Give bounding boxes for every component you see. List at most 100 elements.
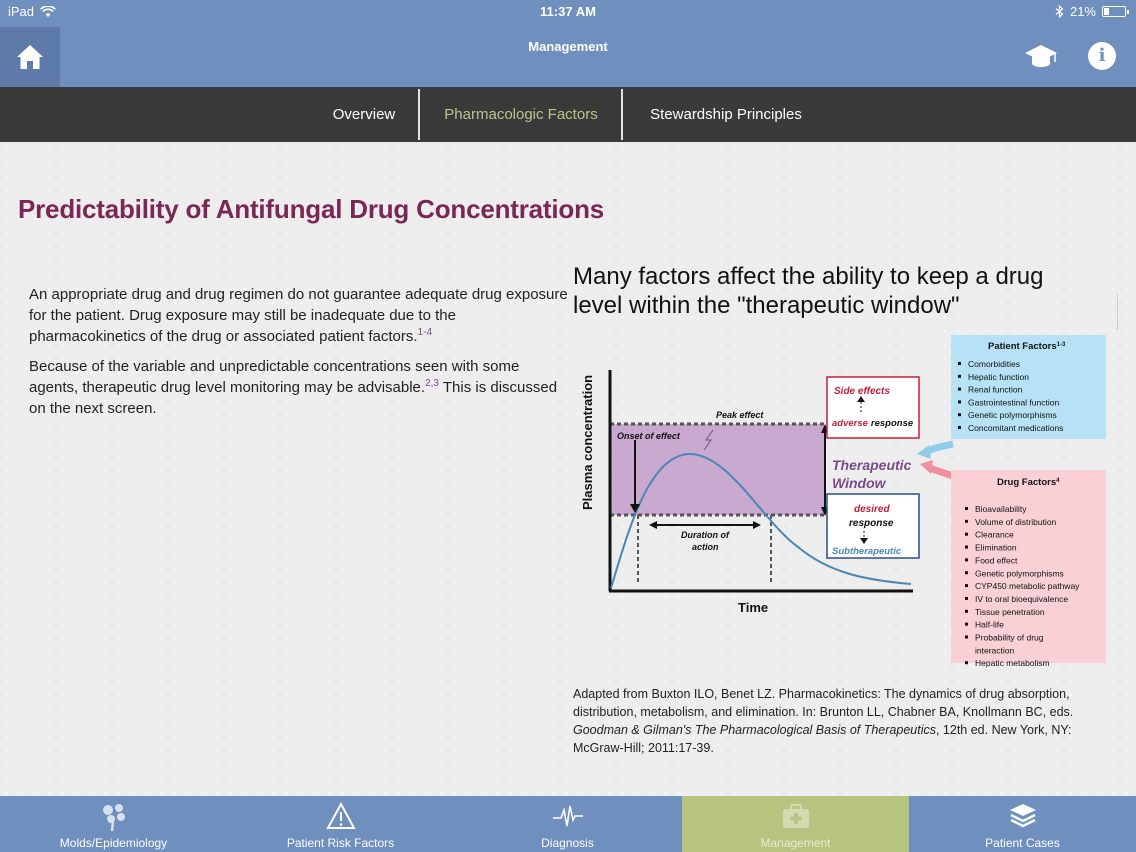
duration-label-1: Duration of xyxy=(681,530,730,540)
subtherapeutic-label: Subtherapeutic xyxy=(832,546,902,557)
patient-factor-bullet xyxy=(958,400,961,404)
peak-effect-label: Peak effect xyxy=(716,410,764,420)
body-text: An appropriate drug and drug regimen do … xyxy=(29,284,569,428)
top-bar: iPad 11:37 AM 21% Management i xyxy=(0,0,1136,87)
patient-factor-item: Genetic polymorphisms xyxy=(968,410,1057,420)
drug-factor-item: Volume of distribution xyxy=(975,517,1057,527)
paragraph-1-text: An appropriate drug and drug regimen do … xyxy=(29,286,568,345)
patient-factor-bullet xyxy=(958,413,961,417)
paragraph-2: Because of the variable and unpredictabl… xyxy=(29,356,569,419)
tab-overview[interactable]: Overview xyxy=(308,87,420,142)
patient-factor-item: Hepatic function xyxy=(968,372,1029,382)
drug-factor-item: IV to oral bioequivalence xyxy=(975,594,1068,604)
bluetooth-icon xyxy=(1055,5,1064,18)
adverse-response-label: adverse response xyxy=(832,418,914,429)
patient-factor-bullet xyxy=(958,387,961,391)
bottom-tab-management[interactable]: Management xyxy=(682,796,909,852)
patient-factor-bullet xyxy=(958,374,961,378)
drug-factor-item: Genetic polymorphisms xyxy=(975,568,1064,578)
drug-factor-bullet xyxy=(965,507,968,510)
drug-factor-bullet xyxy=(965,622,968,626)
drug-factor-item: Clearance xyxy=(975,530,1014,540)
caption-book-title: Goodman & Gilman's The Pharmacological B… xyxy=(573,723,936,737)
battery-icon xyxy=(1102,6,1129,17)
patient-factor-bullet xyxy=(958,426,961,429)
drug-factor-bullet xyxy=(965,558,968,562)
pulse-icon xyxy=(552,805,583,827)
medical-kit-icon xyxy=(782,804,809,828)
battery-percent: 21% xyxy=(1069,4,1096,19)
drug-factor-bullet xyxy=(965,635,968,639)
drug-factor-bullet xyxy=(965,596,968,600)
home-button[interactable] xyxy=(0,27,60,87)
patient-factor-item: Comorbidities xyxy=(968,359,1020,369)
nav-title: Management xyxy=(528,39,608,54)
bottom-tab-molds-epidemiology[interactable]: Molds/Epidemiology xyxy=(0,796,227,852)
caption-text-1: Adapted from Buxton ILO, Benet LZ. Pharm… xyxy=(573,687,1074,719)
bottom-tab-label: Patient Cases xyxy=(985,836,1060,850)
patient-factor-item: Renal function xyxy=(968,385,1023,395)
patient-factors-arrow xyxy=(924,440,954,456)
molds-icon xyxy=(102,804,125,832)
bottom-tab-bar: Molds/Epidemiology Patient Risk Factors … xyxy=(0,796,1136,852)
bottom-tab-label: Patient Risk Factors xyxy=(286,836,395,850)
response-word: response xyxy=(871,418,914,429)
content-area: Predictability of Antifungal Drug Concen… xyxy=(0,142,1136,796)
drug-factors-title: Drug Factors4 xyxy=(997,477,1060,488)
onset-label: Onset of effect xyxy=(617,431,681,441)
drug-factor-item: interaction xyxy=(975,645,1014,655)
drug-factor-bullet xyxy=(965,519,968,523)
bottom-tab-diagnosis[interactable]: Diagnosis xyxy=(454,796,681,852)
drug-factors-title-text: Drug Factors xyxy=(997,477,1056,488)
section-tabs: Overview Pharmacologic Factors Stewardsh… xyxy=(0,87,1136,142)
reference-1[interactable]: 1-4 xyxy=(418,327,432,338)
info-button[interactable]: i xyxy=(1088,42,1116,70)
drug-factor-item: Half-life xyxy=(975,620,1004,630)
graduation-cap-icon xyxy=(1025,45,1057,67)
status-bar: iPad 11:37 AM 21% xyxy=(0,0,1136,24)
drug-factor-item: Probability of drug xyxy=(975,633,1044,643)
tab-pharmacologic-factors[interactable]: Pharmacologic Factors xyxy=(420,87,622,142)
bottom-tab-patient-cases[interactable]: Patient Cases xyxy=(909,796,1136,852)
bottom-tab-label: Management xyxy=(760,836,831,850)
drug-factor-item: Hepatic metabolism xyxy=(975,658,1050,668)
tab-stewardship-principles[interactable]: Stewardship Principles xyxy=(623,87,829,142)
bottom-tab-label: Molds/Epidemiology xyxy=(59,836,168,850)
info-icon: i xyxy=(1098,45,1106,66)
therapeutic-window-figure: Plasma concentration Time Peak effect On… xyxy=(580,335,1106,668)
drug-factor-item: CYP450 metabolic pathway xyxy=(975,581,1080,591)
adverse-word: adverse xyxy=(832,418,869,429)
figure-heading: Many factors affect the ability to keep … xyxy=(573,263,1044,319)
duration-label-2: action xyxy=(692,542,719,552)
drug-factor-item: Bioavailability xyxy=(975,504,1027,514)
therapeutic-label: Therapeutic xyxy=(832,457,912,473)
divider xyxy=(1117,294,1118,330)
paragraph-1: An appropriate drug and drug regimen do … xyxy=(29,284,569,347)
bottom-tab-label: Diagnosis xyxy=(541,836,594,850)
patient-factors-title-text: Patient Factors xyxy=(988,341,1057,352)
battery-level xyxy=(1104,8,1109,15)
y-axis-label: Plasma concentration xyxy=(580,375,595,510)
patient-factor-item: Gastrointestinal function xyxy=(968,397,1059,407)
drug-factor-item: Elimination xyxy=(975,543,1017,553)
drug-factor-bullet xyxy=(965,571,968,575)
drug-factor-item: Tissue penetration xyxy=(975,607,1045,617)
x-axis-label: Time xyxy=(738,600,768,615)
clock: 11:37 AM xyxy=(540,4,596,19)
drug-factor-item: Food effect xyxy=(975,555,1018,565)
bottom-tab-patient-risk-factors[interactable]: Patient Risk Factors xyxy=(227,796,454,852)
page-title: Predictability of Antifungal Drug Concen… xyxy=(18,194,605,224)
drug-factor-bullet xyxy=(965,545,968,549)
drug-factors-arrow xyxy=(928,464,955,480)
drug-factor-bullet xyxy=(965,532,968,536)
drug-factor-bullet xyxy=(965,609,968,613)
layers-icon xyxy=(1009,804,1036,828)
drug-factor-bullet xyxy=(965,661,968,665)
side-effects-label: Side effects xyxy=(834,386,890,397)
patient-factors-ref: 1-3 xyxy=(1057,342,1066,348)
graduation-cap-button[interactable] xyxy=(1024,42,1058,72)
window-label: Window xyxy=(832,475,887,491)
reference-2[interactable]: 2,3 xyxy=(425,378,439,389)
drug-factor-bullet xyxy=(965,584,968,588)
patient-factor-bullet xyxy=(958,362,961,365)
